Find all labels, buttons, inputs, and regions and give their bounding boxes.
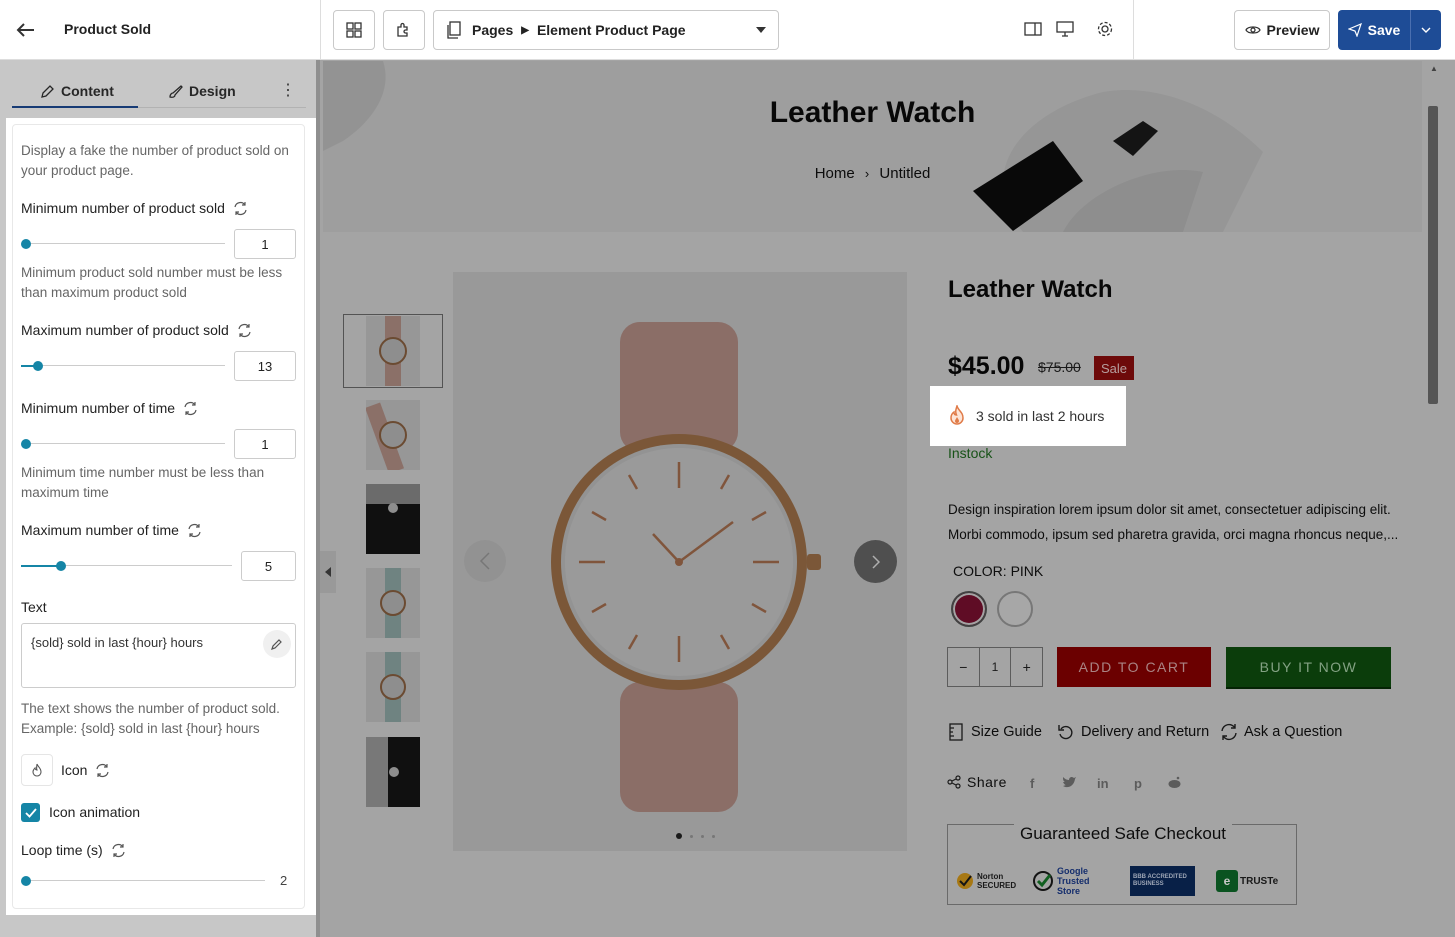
- max-sold-slider[interactable]: [21, 365, 225, 366]
- reset-icon[interactable]: [233, 201, 248, 216]
- max-time-slider-fill: [21, 565, 61, 567]
- max-sold-label-text: Maximum number of product sold: [21, 322, 229, 338]
- preview-label: Preview: [1266, 22, 1320, 38]
- layout-grid-button[interactable]: [333, 10, 375, 50]
- max-time-label-text: Maximum number of time: [21, 522, 179, 538]
- preview-button[interactable]: Preview: [1234, 10, 1330, 50]
- reset-icon[interactable]: [111, 843, 126, 858]
- chevron-down-icon: [756, 27, 766, 33]
- arrow-left-icon: [16, 23, 34, 37]
- sidebar-panel-icon: [1024, 22, 1042, 36]
- eye-icon: [1244, 26, 1261, 34]
- panel-dim-overlay: [0, 118, 6, 915]
- element-title: Product Sold: [64, 21, 152, 37]
- max-time-slider-knob[interactable]: [56, 561, 66, 571]
- check-icon: [24, 807, 37, 818]
- page-selector-root: Pages: [472, 22, 514, 38]
- canvas-dim-overlay: [320, 386, 930, 446]
- panel-toggle-button[interactable]: [1024, 20, 1042, 38]
- grid-icon: [346, 22, 362, 38]
- max-sold-input[interactable]: 13: [234, 351, 296, 381]
- max-time-input[interactable]: 5: [241, 551, 296, 581]
- extensions-button[interactable]: [383, 10, 425, 50]
- min-time-hint: Minimum time number must be less than ma…: [21, 465, 265, 500]
- panel-dim-overlay: [0, 915, 316, 937]
- icon-picker[interactable]: [21, 754, 53, 786]
- icon-label-text: Icon: [61, 762, 88, 778]
- loop-time-value: 2: [280, 873, 288, 888]
- max-sold-slider-knob[interactable]: [33, 361, 43, 371]
- icon-animation-label: Icon animation: [49, 804, 141, 820]
- text-label: Text: [21, 599, 47, 615]
- fire-icon: [32, 763, 42, 777]
- edit-text-button[interactable]: [263, 630, 291, 658]
- text-hint: The text shows the number of product sol…: [21, 701, 280, 736]
- puzzle-icon: [397, 22, 408, 37]
- min-time-input[interactable]: 1: [234, 429, 296, 459]
- caret-right-icon: ▶: [521, 24, 529, 36]
- element-description: Display a fake the number of product sol…: [21, 143, 289, 178]
- chevron-down-icon: [1421, 27, 1431, 33]
- fire-icon: [950, 405, 964, 425]
- min-time-slider-knob[interactable]: [21, 439, 31, 449]
- send-icon: [1347, 23, 1362, 37]
- gear-icon: [1097, 21, 1113, 37]
- icon-label: Icon: [61, 762, 110, 778]
- canvas-dim-overlay: [320, 60, 1455, 386]
- back-button[interactable]: [14, 18, 38, 42]
- max-time-label: Maximum number of time: [21, 522, 202, 538]
- panel-dim-overlay: [0, 60, 316, 118]
- desktop-icon: [1056, 21, 1074, 37]
- settings-button[interactable]: [1096, 20, 1114, 38]
- min-sold-label: Minimum number of product sold: [21, 200, 248, 216]
- sold-text: 3 sold in last 2 hours: [976, 408, 1105, 424]
- reset-icon[interactable]: [187, 523, 202, 538]
- top-toolbar: Product Sold Pages ▶ Element Product Pag…: [0, 0, 1455, 60]
- loop-time-label: Loop time (s): [21, 842, 126, 858]
- product-sold-element[interactable]: 3 sold in last 2 hours: [930, 386, 1126, 446]
- reset-icon[interactable]: [237, 323, 252, 338]
- max-sold-label: Maximum number of product sold: [21, 322, 252, 338]
- min-time-label-text: Minimum number of time: [21, 400, 176, 416]
- save-label: Save: [1367, 22, 1401, 38]
- reset-icon[interactable]: [183, 401, 198, 416]
- min-sold-input[interactable]: 1: [234, 229, 296, 259]
- page-selector[interactable]: Pages ▶ Element Product Page: [433, 10, 779, 50]
- loop-time-label-text: Loop time (s): [21, 842, 103, 858]
- sold-text-input[interactable]: {sold} sold in last {hour} hours: [21, 623, 296, 688]
- loop-time-slider-knob[interactable]: [21, 876, 31, 886]
- canvas-dim-overlay: [1126, 386, 1455, 446]
- canvas-dim-overlay: [320, 446, 1455, 937]
- min-sold-slider[interactable]: [26, 243, 225, 244]
- save-options-button[interactable]: [1411, 10, 1441, 50]
- page-selector-current: Element Product Page: [536, 22, 686, 38]
- pencil-icon: [271, 639, 282, 650]
- min-time-slider[interactable]: [26, 443, 225, 444]
- min-sold-hint: Minimum product sold number must be less…: [21, 265, 283, 300]
- min-sold-label-text: Minimum number of product sold: [21, 200, 225, 216]
- icon-animation-checkbox[interactable]: [21, 803, 40, 822]
- desktop-view-button[interactable]: [1056, 20, 1074, 38]
- min-sold-slider-knob[interactable]: [21, 239, 31, 249]
- loop-time-slider[interactable]: [26, 880, 265, 881]
- min-time-label: Minimum number of time: [21, 400, 198, 416]
- reset-icon[interactable]: [95, 763, 110, 778]
- save-button[interactable]: Save: [1338, 10, 1441, 50]
- pages-icon: [447, 21, 461, 39]
